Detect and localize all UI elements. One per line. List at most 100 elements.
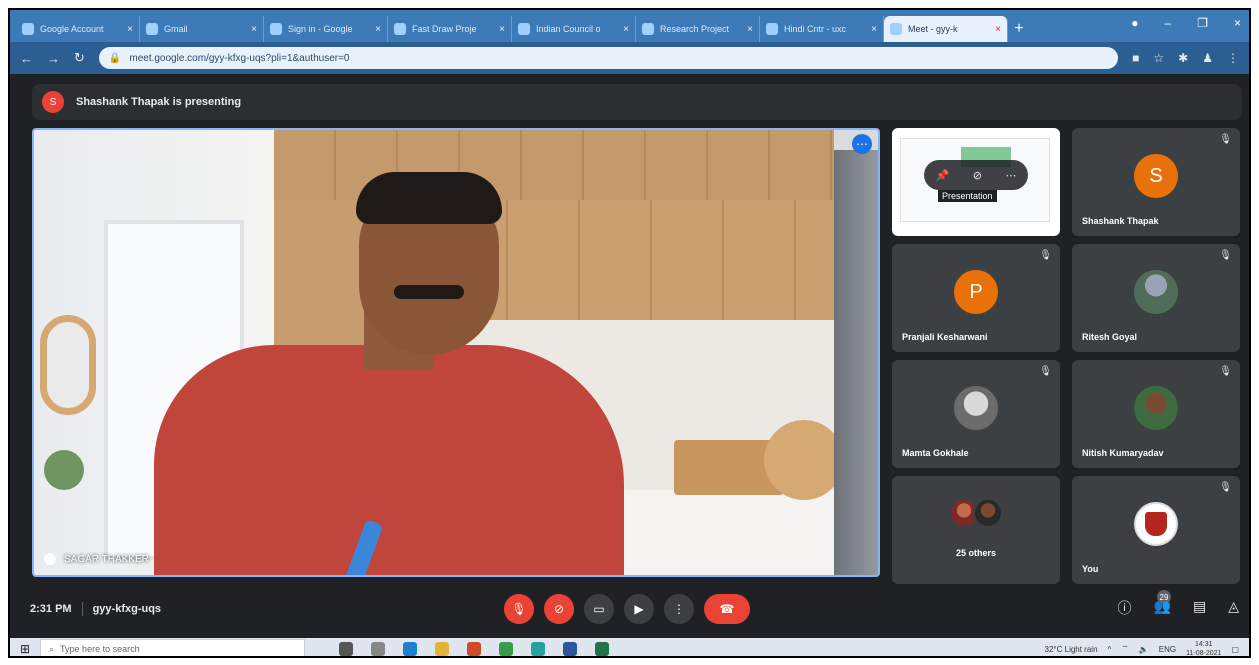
participant-tile[interactable]: 🎙 Mamta Gokhale	[892, 360, 1060, 468]
browser-tab[interactable]: Indian Council o ×	[512, 16, 636, 42]
chrome-canary-icon[interactable]	[531, 642, 545, 656]
person-shirt	[154, 345, 624, 575]
tab-favicon-icon	[270, 23, 282, 35]
present-button[interactable]: ▶	[624, 594, 654, 624]
close-window-icon[interactable]: ×	[1234, 16, 1241, 30]
tab-close-icon[interactable]: ×	[375, 24, 381, 35]
windows-start-icon[interactable]: ⊞	[10, 642, 40, 656]
camera-icon[interactable]: ■	[1132, 51, 1139, 65]
tile-hover-controls: 📌 ⊘ ⋯	[924, 160, 1028, 190]
mute-icon[interactable]: ⊘	[973, 169, 982, 182]
scene-mirror	[40, 315, 96, 415]
wifi-icon[interactable]: ⌔	[1121, 644, 1129, 654]
forward-icon[interactable]: →	[47, 51, 60, 66]
back-icon[interactable]: ←	[20, 51, 33, 66]
tab-favicon-icon	[890, 23, 902, 35]
notifications-icon[interactable]: ▢	[1231, 645, 1239, 654]
others-tile[interactable]: 25 others	[892, 476, 1060, 584]
tab-close-icon[interactable]: ×	[127, 24, 133, 35]
others-avatars	[949, 498, 1003, 528]
browser-tab[interactable]: Sign in - Google ×	[264, 16, 388, 42]
menu-dots-icon[interactable]: ⋮	[1227, 51, 1239, 65]
participant-tile[interactable]: 🎙 S Shashank Thapak	[1072, 128, 1240, 236]
browser-tab[interactable]: Fast Draw Proje ×	[388, 16, 512, 42]
scene-board	[764, 420, 844, 500]
system-tray: 32°C Light rain ^ ⌔ 🔈 ENG 14:31 11-08-20…	[1045, 640, 1249, 656]
word-icon[interactable]	[563, 642, 577, 656]
tab-favicon-icon	[518, 23, 530, 35]
participant-name: Ritesh Goyal	[1082, 332, 1138, 342]
cortana-icon[interactable]	[339, 642, 353, 656]
leave-call-button[interactable]: ☎	[704, 594, 750, 624]
chat-icon[interactable]: ▤	[1193, 598, 1206, 618]
people-icon[interactable]: 👥	[1154, 598, 1171, 618]
tab-close-icon[interactable]: ×	[995, 24, 1001, 35]
tab-close-icon[interactable]: ×	[747, 24, 753, 35]
more-icon[interactable]: ⋯	[1005, 169, 1016, 182]
person-hair	[356, 172, 502, 224]
browser-tab[interactable]: Hindi Cntr - uxc ×	[760, 16, 884, 42]
search-icon: ⌕	[49, 643, 55, 654]
participant-name: Nitish Kumaryadav	[1082, 448, 1164, 458]
crest-logo	[1145, 512, 1167, 536]
weather-status[interactable]: 32°C Light rain	[1045, 645, 1098, 654]
participant-tile[interactable]: 🎙 P Pranjali Kesharwani	[892, 244, 1060, 352]
pin-icon[interactable]: 📌	[936, 169, 950, 182]
more-options-button[interactable]: ⋮	[664, 594, 694, 624]
mic-toggle-button[interactable]: 🎙	[504, 594, 534, 624]
avatar: P	[954, 270, 998, 314]
reload-icon[interactable]: ↻	[74, 50, 85, 66]
participant-name: Pranjali Kesharwani	[902, 332, 988, 342]
mic-off-icon: 🎙	[1219, 482, 1232, 493]
browser-tab[interactable]: Google Account ×	[16, 16, 140, 42]
new-tab-icon[interactable]: +	[1008, 16, 1030, 42]
chrome-icon[interactable]	[499, 642, 513, 656]
maximize-icon[interactable]: ❐	[1197, 16, 1208, 30]
mic-off-icon: 🎙	[1219, 250, 1232, 261]
avatar	[954, 386, 998, 430]
browser-tab[interactable]: Research Project ×	[636, 16, 760, 42]
language-indicator[interactable]: ENG	[1159, 645, 1176, 654]
task-view-icon[interactable]	[371, 642, 385, 656]
taskbar-clock[interactable]: 14:31 11-08-2021	[1186, 640, 1221, 656]
bookmark-star-icon[interactable]: ☆	[1153, 51, 1164, 65]
extensions-icon[interactable]: ✱	[1178, 51, 1188, 65]
tab-favicon-icon	[766, 23, 778, 35]
tray-chevron-icon[interactable]: ^	[1108, 645, 1112, 654]
profile-avatar-icon[interactable]: ♟	[1202, 51, 1213, 65]
activities-icon[interactable]: ◬	[1228, 598, 1239, 618]
participant-tile[interactable]: 🎙 Ritesh Goyal	[1072, 244, 1240, 352]
address-bar[interactable]: 🔒 meet.google.com/gyy-kfxg-uqs?pli=1&aut…	[98, 47, 1119, 69]
captions-button[interactable]: ▭	[584, 594, 614, 624]
excel-icon[interactable]	[595, 642, 609, 656]
file-explorer-icon[interactable]	[435, 642, 449, 656]
others-count: 25 others	[955, 548, 997, 558]
url-text: meet.google.com/gyy-kfxg-uqs?pli=1&authu…	[129, 52, 350, 64]
more-options-icon[interactable]: ⋯	[852, 134, 872, 154]
office-icon[interactable]	[467, 642, 481, 656]
mic-off-icon: 🎙	[1039, 250, 1052, 261]
tab-close-icon[interactable]: ×	[499, 24, 505, 35]
camera-toggle-button[interactable]: ⊘	[544, 594, 574, 624]
volume-icon[interactable]: 🔈	[1139, 645, 1149, 654]
browser-tab[interactable]: Gmail ×	[140, 16, 264, 42]
presentation-tile[interactable]: 📌 ⊘ ⋯ Presentation	[892, 128, 1060, 236]
divider	[81, 602, 83, 616]
info-icon[interactable]: ⓘ	[1118, 598, 1132, 618]
participant-name: Shashank Thapak	[1082, 216, 1159, 226]
captions-icon: ▭	[593, 602, 605, 616]
edge-icon[interactable]	[403, 642, 417, 656]
browser-tab-active[interactable]: Meet - gyy-k ×	[884, 16, 1008, 42]
tab-favicon-icon	[642, 23, 654, 35]
taskbar-search[interactable]: ⌕ Type here to search	[40, 639, 305, 656]
tab-close-icon[interactable]: ×	[251, 24, 257, 35]
tab-close-icon[interactable]: ×	[871, 24, 877, 35]
self-tile[interactable]: 🎙 You	[1072, 476, 1240, 584]
meeting-info: 2:31 PM gyy-kfxg-uqs	[30, 602, 161, 616]
profile-icon[interactable]: ●	[1131, 16, 1138, 30]
participant-tile[interactable]: 🎙 Nitish Kumaryadav	[1072, 360, 1240, 468]
minimize-icon[interactable]: –	[1165, 16, 1172, 30]
main-video-tile[interactable]: ⋯ SAGAR THAKKER	[32, 128, 880, 577]
call-controls: 🎙 ⊘ ▭ ▶ ⋮ ☎	[504, 594, 750, 624]
tab-close-icon[interactable]: ×	[623, 24, 629, 35]
